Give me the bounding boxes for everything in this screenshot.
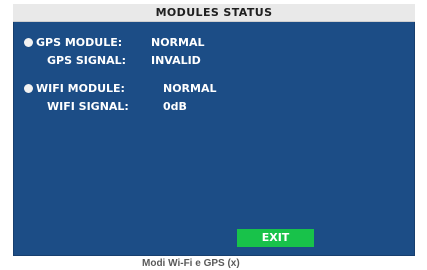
image-caption: Modi Wi-Fi e GPS (x) [142, 258, 240, 269]
gps-module-value: NORMAL [151, 36, 205, 49]
wifi-module-label: WIFI MODULE: [36, 82, 125, 95]
wifi-module-value: NORMAL [163, 82, 217, 95]
gps-module-label: GPS MODULE: [36, 36, 123, 49]
page-title: MODULES STATUS [155, 6, 273, 19]
exit-button[interactable]: EXIT [237, 229, 314, 247]
wifi-signal-value: 0dB [163, 100, 187, 113]
title-bar: MODULES STATUS [13, 4, 415, 22]
status-dot-icon [24, 84, 33, 93]
gps-signal-label: GPS SIGNAL: [47, 54, 127, 67]
status-dot-icon [24, 38, 33, 47]
gps-signal-value: INVALID [151, 54, 201, 67]
wifi-signal-label: WIFI SIGNAL: [47, 100, 129, 113]
